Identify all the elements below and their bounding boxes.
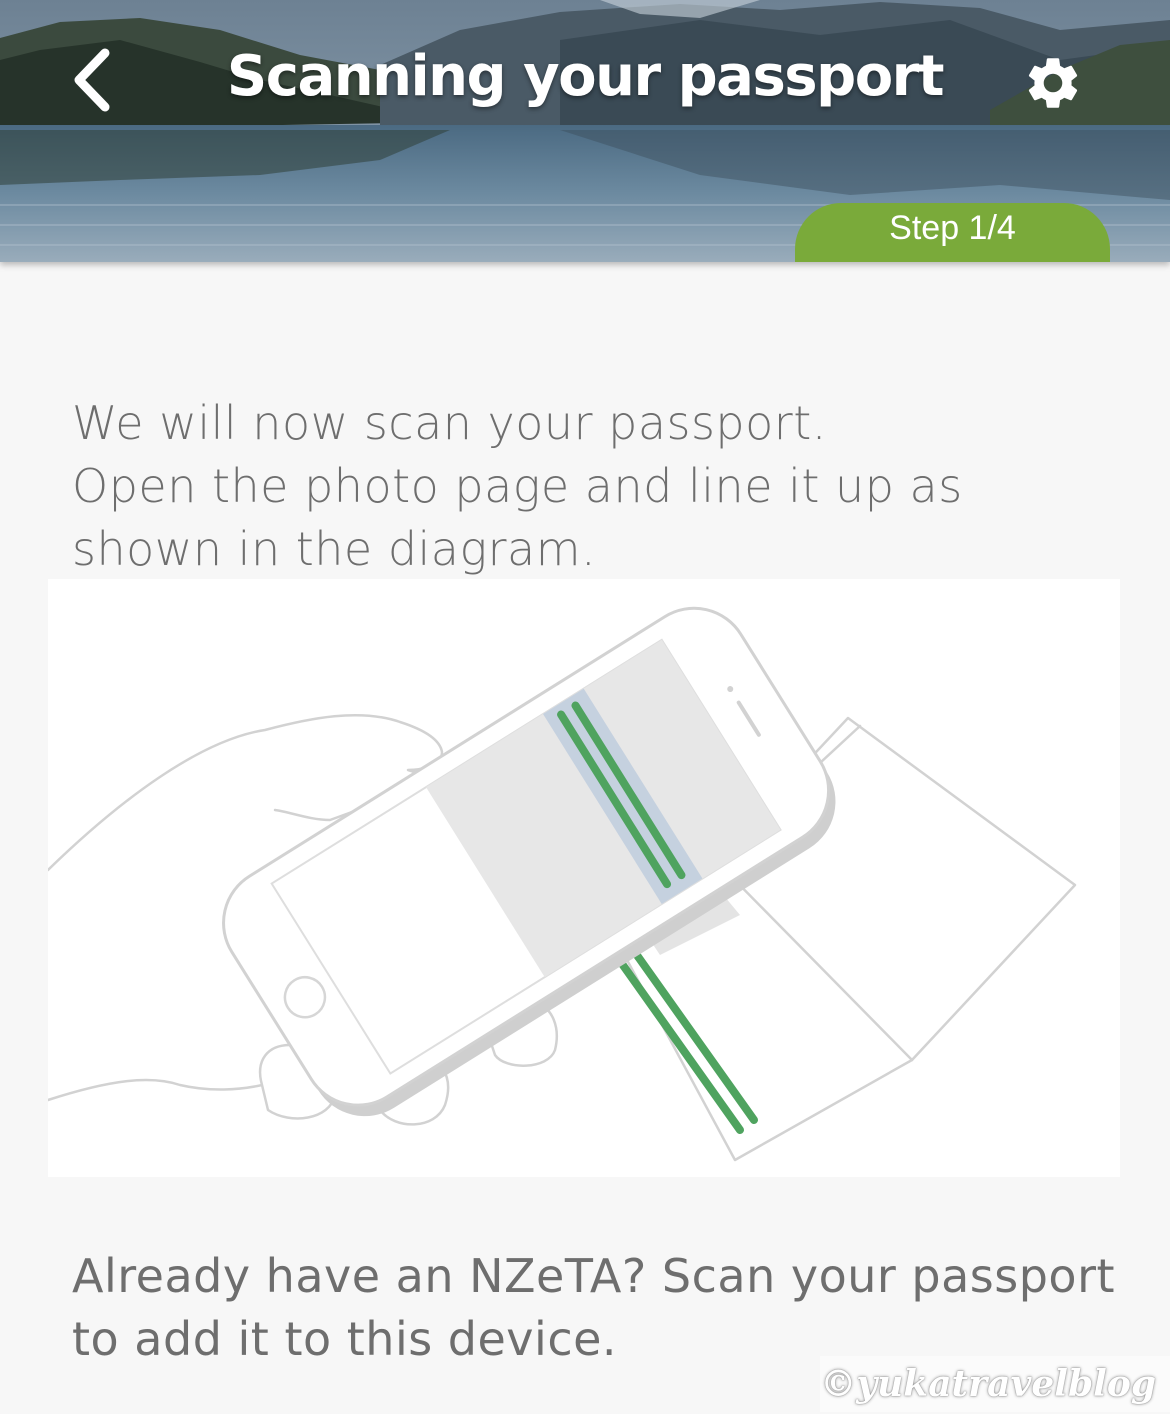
footer-line: Already have an NZeTA? Scan your passpor…	[72, 1249, 1116, 1303]
settings-button[interactable]	[1018, 48, 1088, 118]
passport-scan-diagram	[46, 579, 1120, 1177]
instruction-line: Open the photo page and line it up as	[72, 459, 963, 513]
instruction-line: We will now scan your passport.	[72, 396, 827, 450]
instruction-line: shown in the diagram.	[72, 522, 597, 576]
instructions-text: We will now scan your passport. Open the…	[72, 392, 1112, 581]
passport-scan-illustration	[46, 606, 1077, 1162]
header: Scanning your passport Step 1/4	[0, 0, 1170, 262]
existing-nzeta-text: Already have an NZeTA? Scan your passpor…	[72, 1245, 1132, 1371]
gear-icon	[1028, 58, 1078, 108]
page-title: Scanning your passport	[226, 44, 945, 109]
watermark: ©yukatravelblog	[820, 1356, 1170, 1412]
step-indicator-badge: Step 1/4	[795, 203, 1110, 262]
